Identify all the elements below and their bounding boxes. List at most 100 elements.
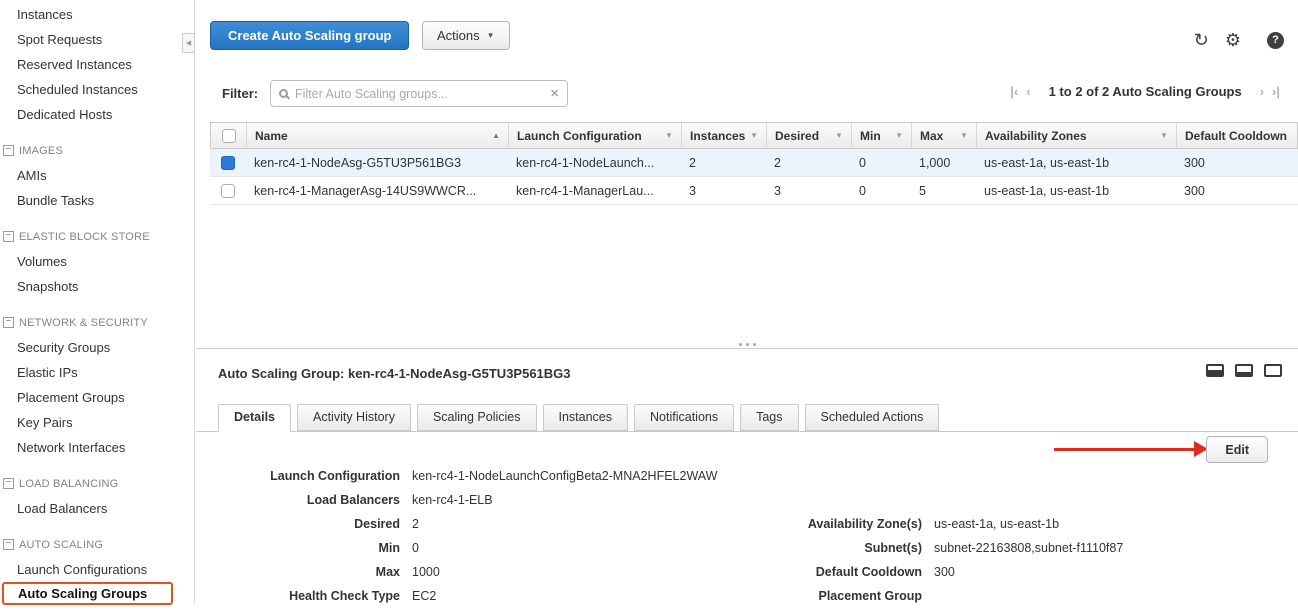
- sidebar-section-images[interactable]: − IMAGES: [0, 138, 194, 163]
- sidebar-section-network-security[interactable]: − NETWORK & SECURITY: [0, 310, 194, 335]
- help-icon[interactable]: ?: [1267, 32, 1284, 49]
- column-header-availability-zones[interactable]: Availability Zones ▼: [977, 123, 1177, 148]
- cell-availability-zones: us-east-1a, us-east-1b: [976, 149, 1176, 176]
- splitter-handle[interactable]: [196, 340, 1298, 349]
- collapse-section-icon[interactable]: −: [3, 539, 14, 550]
- layout-hidden-icon[interactable]: [1264, 364, 1282, 377]
- cell-launch-configuration: ken-rc4-1-ManagerLau...: [508, 177, 681, 204]
- filter-search-box[interactable]: ×: [270, 80, 568, 107]
- field-label: Placement Group: [788, 588, 922, 605]
- chevron-down-icon: ▼: [487, 31, 495, 40]
- sidebar-item-dedicated-hosts[interactable]: Dedicated Hosts: [0, 102, 194, 127]
- cell-default-cooldown: 300: [1176, 177, 1298, 204]
- collapse-section-icon[interactable]: −: [3, 145, 14, 156]
- field-value: 2: [412, 516, 419, 533]
- sidebar-section-load-balancing[interactable]: − LOAD BALANCING: [0, 471, 194, 496]
- details-tabs: Details Activity History Scaling Policie…: [218, 404, 939, 432]
- sidebar-item-load-balancers[interactable]: Load Balancers: [0, 496, 194, 521]
- sidebar-item-security-groups[interactable]: Security Groups: [0, 335, 194, 360]
- detail-field: Health Check Type EC2: [216, 588, 717, 605]
- select-all-checkbox[interactable]: [222, 129, 236, 143]
- tab-activity-history[interactable]: Activity History: [297, 404, 411, 431]
- column-header-launch-configuration[interactable]: Launch Configuration ▼: [509, 123, 682, 148]
- table-row[interactable]: ken-rc4-1-NodeAsg-G5TU3P561BG3 ken-rc4-1…: [210, 149, 1298, 177]
- tab-scaling-policies[interactable]: Scaling Policies: [417, 404, 537, 431]
- collapse-section-icon[interactable]: −: [3, 317, 14, 328]
- sidebar-item-snapshots[interactable]: Snapshots: [0, 274, 194, 299]
- cell-default-cooldown: 300: [1176, 149, 1298, 176]
- actions-label: Actions: [437, 28, 480, 43]
- row-checkbox-cell: [210, 177, 246, 204]
- collapse-section-icon[interactable]: −: [3, 478, 14, 489]
- splitter-dot: [746, 343, 749, 346]
- column-filter-caret-icon[interactable]: ▼: [960, 131, 968, 140]
- sidebar-item-volumes[interactable]: Volumes: [0, 249, 194, 274]
- gear-icon[interactable]: ⚙: [1225, 30, 1241, 50]
- column-label: Availability Zones: [985, 129, 1087, 143]
- column-header-min[interactable]: Min ▼: [852, 123, 912, 148]
- collapse-left-icon: ◀: [186, 39, 191, 47]
- column-filter-caret-icon[interactable]: ▼: [750, 131, 758, 140]
- detail-field: Default Cooldown 300: [788, 564, 1123, 581]
- main-content: Create Auto Scaling group Actions ▼ ↻ ⚙ …: [196, 0, 1298, 603]
- sidebar-item-placement-groups[interactable]: Placement Groups: [0, 385, 194, 410]
- layout-bottom-half-icon[interactable]: [1206, 364, 1224, 377]
- next-page-icon[interactable]: ›: [1260, 84, 1264, 99]
- actions-button[interactable]: Actions ▼: [422, 21, 510, 50]
- column-header-default-cooldown[interactable]: Default Cooldown: [1177, 123, 1297, 148]
- column-filter-caret-icon[interactable]: ▼: [835, 131, 843, 140]
- column-label: Launch Configuration: [517, 129, 642, 143]
- layout-bottom-third-icon[interactable]: [1235, 364, 1253, 377]
- sidebar-item-scheduled-instances[interactable]: Scheduled Instances: [0, 77, 194, 102]
- column-filter-caret-icon[interactable]: ▼: [895, 131, 903, 140]
- create-auto-scaling-group-button[interactable]: Create Auto Scaling group: [210, 21, 409, 50]
- sort-ascending-icon: ▲: [492, 131, 500, 140]
- field-label: Desired: [216, 516, 400, 533]
- sidebar-collapse-button[interactable]: ◀: [182, 33, 195, 53]
- detail-field: Load Balancers ken-rc4-1-ELB: [216, 492, 717, 509]
- column-filter-caret-icon[interactable]: ▼: [1160, 131, 1168, 140]
- sidebar-item-spot-requests[interactable]: Spot Requests: [0, 27, 194, 52]
- field-label: Default Cooldown: [788, 564, 922, 581]
- edit-button[interactable]: Edit: [1206, 436, 1268, 463]
- detail-field: Availability Zone(s) us-east-1a, us-east…: [788, 516, 1123, 533]
- sidebar-item-reserved-instances[interactable]: Reserved Instances: [0, 52, 194, 77]
- field-label: Health Check Type: [216, 588, 400, 605]
- detail-field: Subnet(s) subnet-22163808,subnet-f1110f8…: [788, 540, 1123, 557]
- tab-details[interactable]: Details: [218, 404, 291, 432]
- filter-input[interactable]: [295, 87, 543, 101]
- clear-filter-icon[interactable]: ×: [550, 86, 559, 101]
- column-header-max[interactable]: Max ▼: [912, 123, 977, 148]
- header-icon-group: ↻ ⚙ ?: [1194, 30, 1284, 50]
- sidebar-item-bundle-tasks[interactable]: Bundle Tasks: [0, 188, 194, 213]
- first-page-icon[interactable]: |‹: [1010, 84, 1018, 99]
- sidebar-section-elastic-block-store[interactable]: − ELASTIC BLOCK STORE: [0, 224, 194, 249]
- sidebar-item-auto-scaling-groups[interactable]: Auto Scaling Groups: [2, 582, 173, 605]
- column-header-desired[interactable]: Desired ▼: [767, 123, 852, 148]
- column-header-instances[interactable]: Instances ▼: [682, 123, 767, 148]
- table-row[interactable]: ken-rc4-1-ManagerAsg-14US9WWCR... ken-rc…: [210, 177, 1298, 205]
- splitter-dot: [739, 343, 742, 346]
- tab-notifications[interactable]: Notifications: [634, 404, 734, 431]
- collapse-section-icon[interactable]: −: [3, 231, 14, 242]
- refresh-icon[interactable]: ↻: [1194, 30, 1209, 50]
- sidebar-item-elastic-ips[interactable]: Elastic IPs: [0, 360, 194, 385]
- row-checkbox[interactable]: [221, 156, 235, 170]
- sidebar-item-amis[interactable]: AMIs: [0, 163, 194, 188]
- sidebar-item-launch-configurations[interactable]: Launch Configurations: [0, 557, 194, 582]
- sidebar-section-auto-scaling[interactable]: − AUTO SCALING: [0, 532, 194, 557]
- row-checkbox[interactable]: [221, 184, 235, 198]
- tab-instances[interactable]: Instances: [543, 404, 629, 431]
- previous-page-icon[interactable]: ‹: [1026, 84, 1030, 99]
- column-filter-caret-icon[interactable]: ▼: [665, 131, 673, 140]
- tab-tags[interactable]: Tags: [740, 404, 798, 431]
- last-page-icon[interactable]: ›|: [1272, 84, 1280, 99]
- cell-name: ken-rc4-1-NodeAsg-G5TU3P561BG3: [246, 149, 508, 176]
- sidebar-item-instances[interactable]: Instances: [0, 2, 194, 27]
- sidebar-section-label: LOAD BALANCING: [19, 478, 118, 490]
- sidebar-item-key-pairs[interactable]: Key Pairs: [0, 410, 194, 435]
- column-header-name[interactable]: Name ▲: [247, 123, 509, 148]
- detail-field: Placement Group: [788, 588, 1123, 605]
- tab-scheduled-actions[interactable]: Scheduled Actions: [805, 404, 940, 431]
- sidebar-item-network-interfaces[interactable]: Network Interfaces: [0, 435, 194, 460]
